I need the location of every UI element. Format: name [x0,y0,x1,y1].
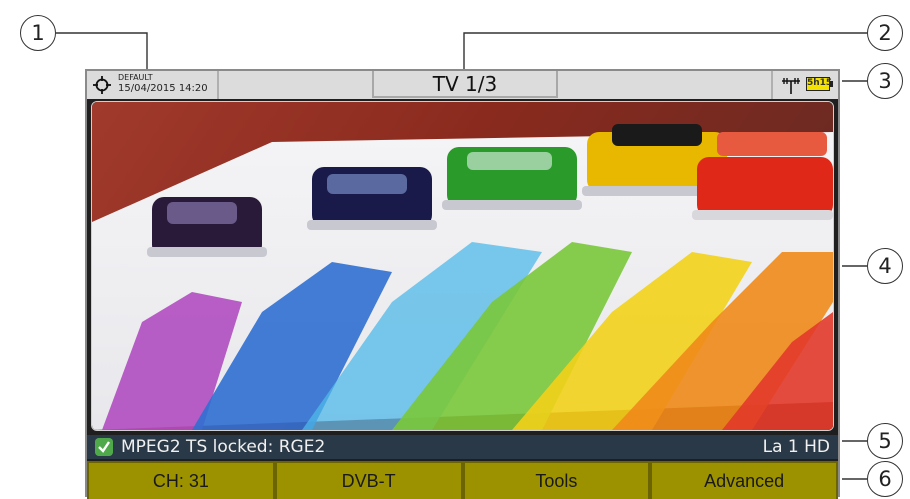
status-indicators: 5h15 [771,71,840,99]
softkey-bar: CH: 31 DVB-T Tools Advanced [87,461,838,499]
lock-status-text: MPEG2 TS locked: RGE2 [121,437,326,457]
battery-terminal [830,81,833,87]
device-screen: DEFAULT 15/04/2015 14:20 TV 1/3 5h15 MPE… [85,69,840,499]
callout-3: 3 [867,63,903,99]
date-time: 15/04/2015 14:20 [118,83,208,94]
softkey-advanced[interactable]: Advanced [650,461,838,499]
status-bar: DEFAULT 15/04/2015 14:20 TV 1/3 5h15 [87,71,838,99]
checkmark-icon [95,438,113,456]
callout-4: 4 [867,248,903,284]
softkey-channel[interactable]: CH: 31 [87,461,275,499]
callout-6: 6 [867,461,903,497]
softkey-tools[interactable]: Tools [462,461,651,499]
lock-status-bar: MPEG2 TS locked: RGE2 La 1 HD [87,435,838,459]
video-frame-image [92,102,833,430]
battery-icon: 5h15 [806,77,832,91]
toy-car-purple [147,197,267,257]
crosshair-icon [93,76,111,94]
toy-car-green [442,147,582,210]
callout-1: 1 [20,15,56,51]
video-preview [91,101,834,431]
screen-title: TV 1/3 [372,71,558,98]
preset-name: DEFAULT [118,73,153,82]
preset-info[interactable]: DEFAULT 15/04/2015 14:20 [87,71,219,99]
softkey-standard[interactable]: DVB-T [274,461,463,499]
toy-car-blue [307,167,437,230]
callout-5: 5 [867,423,903,459]
antenna-icon [782,78,800,94]
callout-2: 2 [867,15,903,51]
service-name: La 1 HD [762,437,830,457]
